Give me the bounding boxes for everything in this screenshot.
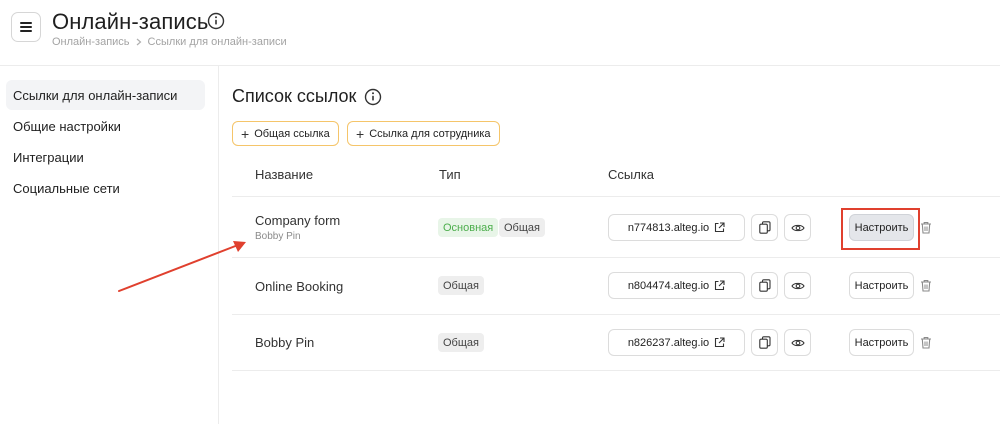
column-header-name: Название [255, 167, 314, 182]
hamburger-icon [20, 22, 32, 32]
breadcrumb: Онлайн-запись Ссылки для онлайн-записи [52, 36, 287, 48]
external-link-icon [715, 222, 725, 233]
add-employee-link-label: Ссылка для сотрудника [369, 127, 491, 140]
trash-icon[interactable] [920, 279, 932, 292]
table-divider [232, 314, 1000, 315]
add-common-link-button[interactable]: + Общая ссылка [232, 121, 339, 146]
configure-button[interactable]: Настроить [849, 214, 914, 241]
trash-icon[interactable] [920, 221, 932, 234]
page-header: Онлайн-запись Онлайн-запись Ссылки для о… [0, 0, 1000, 66]
menu-button[interactable] [11, 12, 41, 42]
configure-button[interactable]: Настроить [849, 329, 914, 356]
row-name: Company form [255, 213, 341, 228]
section-title: Список ссылок [232, 86, 357, 106]
preview-link-button[interactable] [784, 329, 811, 356]
copy-icon [758, 336, 771, 349]
eye-icon [790, 282, 805, 289]
configure-button[interactable]: Настроить [849, 272, 914, 299]
badge-main: Основная [438, 218, 499, 237]
table-divider [232, 257, 1000, 258]
breadcrumb-item-online-booking[interactable]: Онлайн-запись [52, 36, 130, 48]
sidebar-item-general-settings[interactable]: Общие настройки [6, 111, 205, 141]
sidebar-item-booking-links[interactable]: Ссылки для онлайн-записи [6, 80, 205, 110]
chevron-right-icon [136, 38, 141, 46]
booking-link-box[interactable]: n826237.alteg.io [608, 329, 745, 356]
booking-link-text: n774813.alteg.io [627, 221, 710, 234]
booking-link-box[interactable]: n804474.alteg.io [608, 272, 745, 299]
info-icon[interactable] [207, 12, 225, 30]
info-icon[interactable] [364, 88, 382, 106]
copy-link-button[interactable] [751, 214, 778, 241]
sidebar-item-integrations[interactable]: Интеграции [6, 142, 205, 172]
sidebar-item-label: Социальные сети [13, 180, 120, 196]
booking-link-text: n826237.alteg.io [627, 336, 710, 349]
add-common-link-label: Общая ссылка [254, 127, 330, 140]
preview-link-button[interactable] [784, 214, 811, 241]
copy-link-button[interactable] [751, 272, 778, 299]
badge-common: Общая [438, 276, 484, 295]
copy-icon [758, 221, 771, 234]
copy-icon [758, 279, 771, 292]
sidebar-item-label: Ссылки для онлайн-записи [13, 87, 178, 103]
column-header-type: Тип [439, 167, 461, 182]
sidebar-item-label: Интеграции [13, 149, 84, 165]
sidebar: Ссылки для онлайн-записи Общие настройки… [0, 66, 219, 424]
preview-link-button[interactable] [784, 272, 811, 299]
badge-common: Общая [499, 218, 545, 237]
column-header-link: Ссылка [608, 167, 655, 182]
add-employee-link-button[interactable]: + Ссылка для сотрудника [347, 121, 500, 146]
trash-icon[interactable] [920, 336, 932, 349]
plus-icon: + [356, 125, 365, 142]
sidebar-item-social-networks[interactable]: Социальные сети [6, 173, 205, 203]
table-divider [232, 370, 1000, 371]
booking-link-text: n804474.alteg.io [627, 279, 710, 292]
eye-icon [790, 339, 805, 346]
breadcrumb-item-links: Ссылки для онлайн-записи [147, 36, 287, 48]
booking-link-box[interactable]: n774813.alteg.io [608, 214, 745, 241]
page-title: Онлайн-запись [52, 9, 209, 34]
sidebar-item-label: Общие настройки [13, 118, 121, 134]
table-divider [232, 196, 1000, 197]
plus-icon: + [241, 125, 250, 142]
copy-link-button[interactable] [751, 329, 778, 356]
eye-icon [790, 224, 805, 231]
badge-common: Общая [438, 333, 484, 352]
external-link-icon [715, 280, 725, 291]
row-subtitle: Bobby Pin [255, 231, 301, 242]
row-name: Online Booking [255, 279, 344, 294]
row-name: Bobby Pin [255, 335, 315, 350]
external-link-icon [715, 337, 725, 348]
